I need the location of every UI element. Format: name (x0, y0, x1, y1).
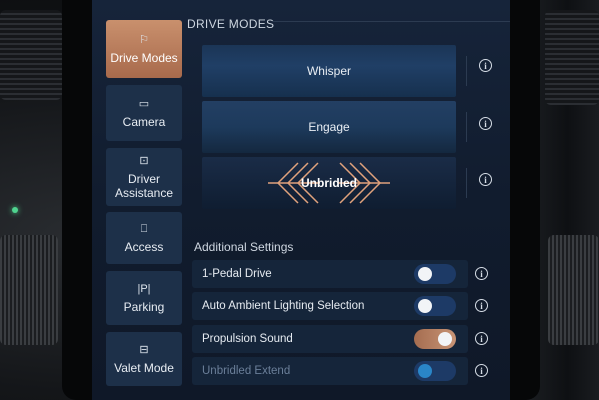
info-icon[interactable]: i (475, 332, 488, 345)
setting-row-unbridled-extend: Unbridled Extend (192, 357, 468, 385)
drive-mode-label: Engage (308, 120, 350, 134)
sidebar-item-camera[interactable]: ▭ Camera (106, 85, 182, 141)
info-icon[interactable]: i (475, 267, 488, 280)
setting-row-propulsion-sound: Propulsion Sound (192, 325, 468, 353)
air-vent-bottom-right (548, 235, 599, 345)
info-icon[interactable]: i (475, 299, 488, 312)
drive-mode-whisper[interactable]: Whisper (202, 45, 456, 97)
settings-sidebar: ⚐ Drive Modes ▭ Camera ⊡ Driver Assistan… (92, 0, 188, 400)
valet-icon: ⊟ (139, 344, 149, 356)
driver-assist-icon: ⊡ (139, 155, 149, 167)
drive-mode-label: Whisper (306, 64, 351, 78)
divider (466, 56, 467, 86)
sidebar-item-label: Valet Mode (114, 361, 174, 375)
setting-label: Auto Ambient Lighting Selection (202, 300, 365, 312)
sidebar-item-label: Parking (123, 300, 165, 314)
page-title: DRIVE MODES (187, 17, 275, 31)
drive-mode-engage[interactable]: Engage (202, 101, 456, 153)
air-vent-bottom-left (0, 235, 58, 345)
air-vent-top-left (0, 10, 62, 100)
flags-icon: ⚐ (139, 34, 149, 46)
parking-icon: |P| (137, 283, 151, 295)
sidebar-item-label: Camera (122, 115, 166, 129)
drive-mode-unbridled[interactable]: Unbridled (202, 157, 456, 209)
one-pedal-drive-toggle[interactable] (414, 264, 456, 284)
air-vent-top-right (545, 10, 599, 105)
camera-icon: ▭ (138, 98, 150, 110)
sidebar-item-label: Access (124, 240, 164, 254)
propulsion-sound-toggle[interactable] (414, 329, 456, 349)
info-icon[interactable]: i (479, 117, 492, 130)
sidebar-item-parking[interactable]: |P| Parking (106, 271, 182, 325)
toggle-knob (418, 299, 432, 313)
sidebar-item-valet-mode[interactable]: ⊟ Valet Mode (106, 332, 182, 386)
indicator-led (12, 207, 18, 213)
toggle-knob (438, 332, 452, 346)
setting-row-1-pedal-drive: 1-Pedal Drive (192, 260, 468, 288)
touchscreen: ⚐ Drive Modes ▭ Camera ⊡ Driver Assistan… (92, 0, 510, 400)
title-divider (272, 21, 510, 22)
toggle-knob (418, 267, 432, 281)
setting-label: Unbridled Extend (202, 365, 291, 377)
sidebar-item-label: Driver Assistance (114, 172, 174, 200)
sidebar-item-label: Drive Modes (110, 51, 178, 65)
divider (466, 168, 467, 198)
info-icon[interactable]: i (475, 364, 488, 377)
sidebar-item-driver-assistance[interactable]: ⊡ Driver Assistance (106, 148, 182, 206)
divider (466, 112, 467, 142)
toggle-knob (418, 364, 432, 378)
sidebar-item-drive-modes[interactable]: ⚐ Drive Modes (106, 20, 182, 78)
unbridled-extend-toggle[interactable] (414, 361, 456, 381)
additional-settings-heading: Additional Settings (194, 240, 294, 254)
ambient-lighting-toggle[interactable] (414, 296, 456, 316)
lock-icon: ⎕ (140, 223, 148, 235)
setting-label: Propulsion Sound (202, 333, 293, 345)
sidebar-item-access[interactable]: ⎕ Access (106, 212, 182, 264)
setting-label: 1-Pedal Drive (202, 268, 272, 280)
drive-mode-label: Unbridled (301, 176, 357, 190)
info-icon[interactable]: i (479, 59, 492, 72)
info-icon[interactable]: i (479, 173, 492, 186)
setting-row-ambient-lighting: Auto Ambient Lighting Selection (192, 292, 468, 320)
